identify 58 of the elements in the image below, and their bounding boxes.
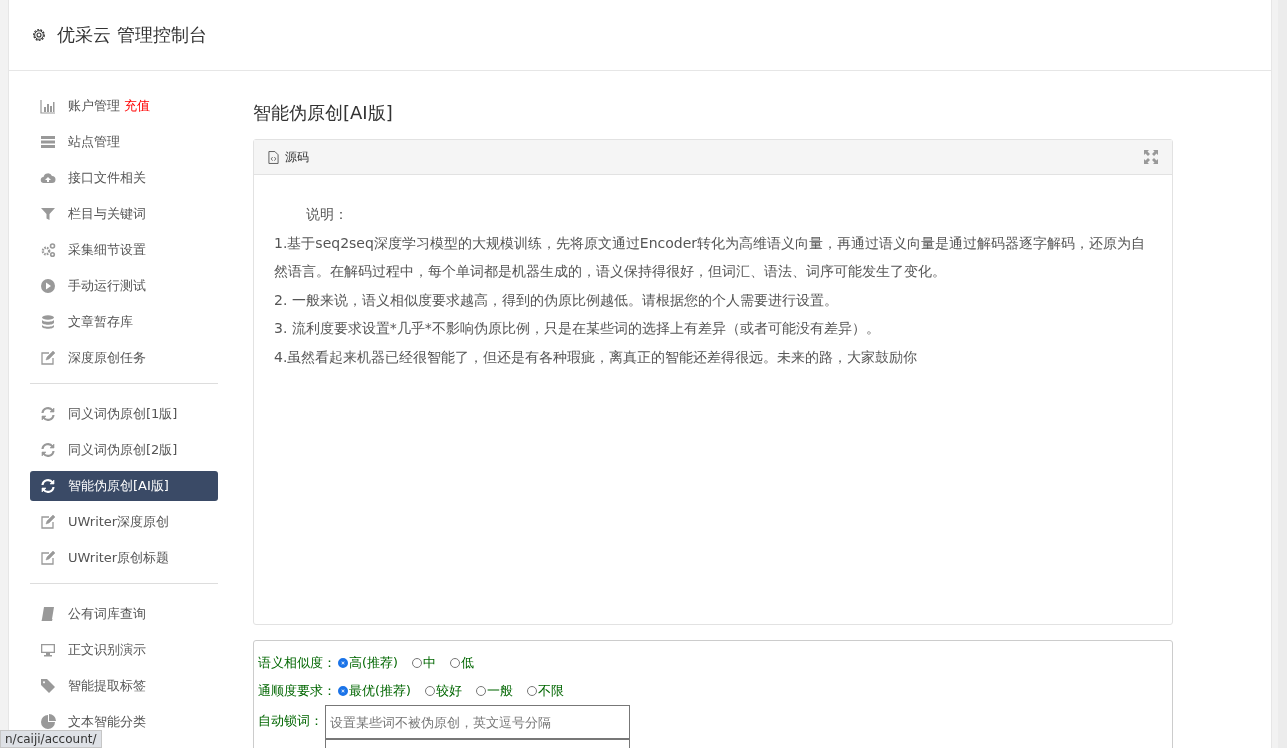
source-button[interactable]: 源码 [268,148,309,166]
gears-icon [40,242,56,258]
fullscreen-icon[interactable] [1144,150,1158,164]
description-text: 4.虽然看起来机器已经很智能了，但还是有各种瑕疵，离真正的智能还差得很远。未来的路，大家鼓励你 [274,347,919,367]
radio-button[interactable] [338,686,348,696]
sidebar-item[interactable]: 同义词伪原创[1版] [30,399,218,429]
sync-icon [40,406,56,422]
sidebar-item[interactable]: 栏目与关键词 [30,199,218,229]
file-code-icon [268,150,279,164]
sidebar-item[interactable]: UWriter原创标题 [30,543,218,573]
description-text: 3. 流利度要求设置*几乎*不影响伪原比例，只是在某些词的选择上有差异（或者可能没有差异）。 [274,319,881,338]
description-text: 说明： [305,205,349,224]
radio-option[interactable]: 中 [411,654,436,672]
sidebar-item[interactable]: 采集细节设置 [30,235,218,265]
radio-option[interactable]: 一般 [475,682,513,700]
radio-option[interactable]: 高(推荐) [338,654,398,672]
header-title: 优采云 管理控制台 [57,23,207,47]
tag-icon [40,678,56,694]
page-title: 智能伪原创[AI版] [253,101,394,125]
field-label: 通顺度要求： [258,682,336,700]
cloud-icon [40,170,56,186]
play-icon [40,278,56,294]
filter-icon [40,206,56,222]
sidebar-item[interactable]: 文章暂存库 [30,307,218,337]
input-field[interactable]: 设置某些词不被伪原创，英文逗号分隔 [325,705,630,739]
edit-icon [40,514,56,530]
sidebar-item[interactable]: 深度原创任务 [30,343,218,373]
sidebar-item[interactable]: 接口文件相关 [30,163,218,193]
status-url: n/caiji/account/ [0,730,102,748]
radio-option[interactable]: 较好 [424,682,462,700]
sidebar-item[interactable]: 正文识别演示 [30,635,218,665]
recharge-link[interactable]: 充值 [124,97,150,115]
chart-icon [40,98,56,114]
sidebar-item[interactable]: 手动运行测试 [30,271,218,301]
radio-option[interactable]: 不限 [526,682,564,700]
field-label: 自动锁词： [258,713,323,730]
sidebar-item[interactable]: 智能伪原创[AI版] [30,471,218,501]
sync-icon [40,442,56,458]
radio-button[interactable] [338,658,348,668]
edit-icon [40,350,56,366]
radio-option[interactable]: 最优(推荐) [338,682,411,700]
description-text: 2. 一般来说，语义相似度要求越高，得到的伪原比例越低。请根据您的个人需要进行设置。 [274,290,839,310]
monitor-icon [40,642,56,658]
sidebar-item[interactable]: 站点管理 [30,127,218,157]
edit-icon [40,550,56,566]
database-icon [40,314,56,330]
sync-icon [40,478,56,494]
sidebar-item[interactable]: 同义词伪原创[2版] [30,435,218,465]
server-icon [40,134,56,150]
sidebar-item[interactable]: 公有词库查询 [30,599,218,629]
sidebar-item[interactable]: 智能提取标签 [30,671,218,701]
pie-icon [40,714,56,730]
radio-option[interactable]: 低 [449,654,474,672]
field-label: 语义相似度： [258,654,336,672]
description-text: 1.基于seq2seq深度学习模型的大规模训练，先将原文通过Encoder转化为高维语义向量，再通过语义向量是通过解码器逐字解码，还原为自然语言。在解码过程中，每个单词都是机器生成的，语义保持得很好，但词汇、语法、词序可能发生了变化。 [274,233,1147,281]
settings-icon [31,27,47,43]
sidebar-item[interactable]: 账户管理 充值 [30,91,218,121]
sidebar-item[interactable]: UWriter深度原创 [30,507,218,537]
